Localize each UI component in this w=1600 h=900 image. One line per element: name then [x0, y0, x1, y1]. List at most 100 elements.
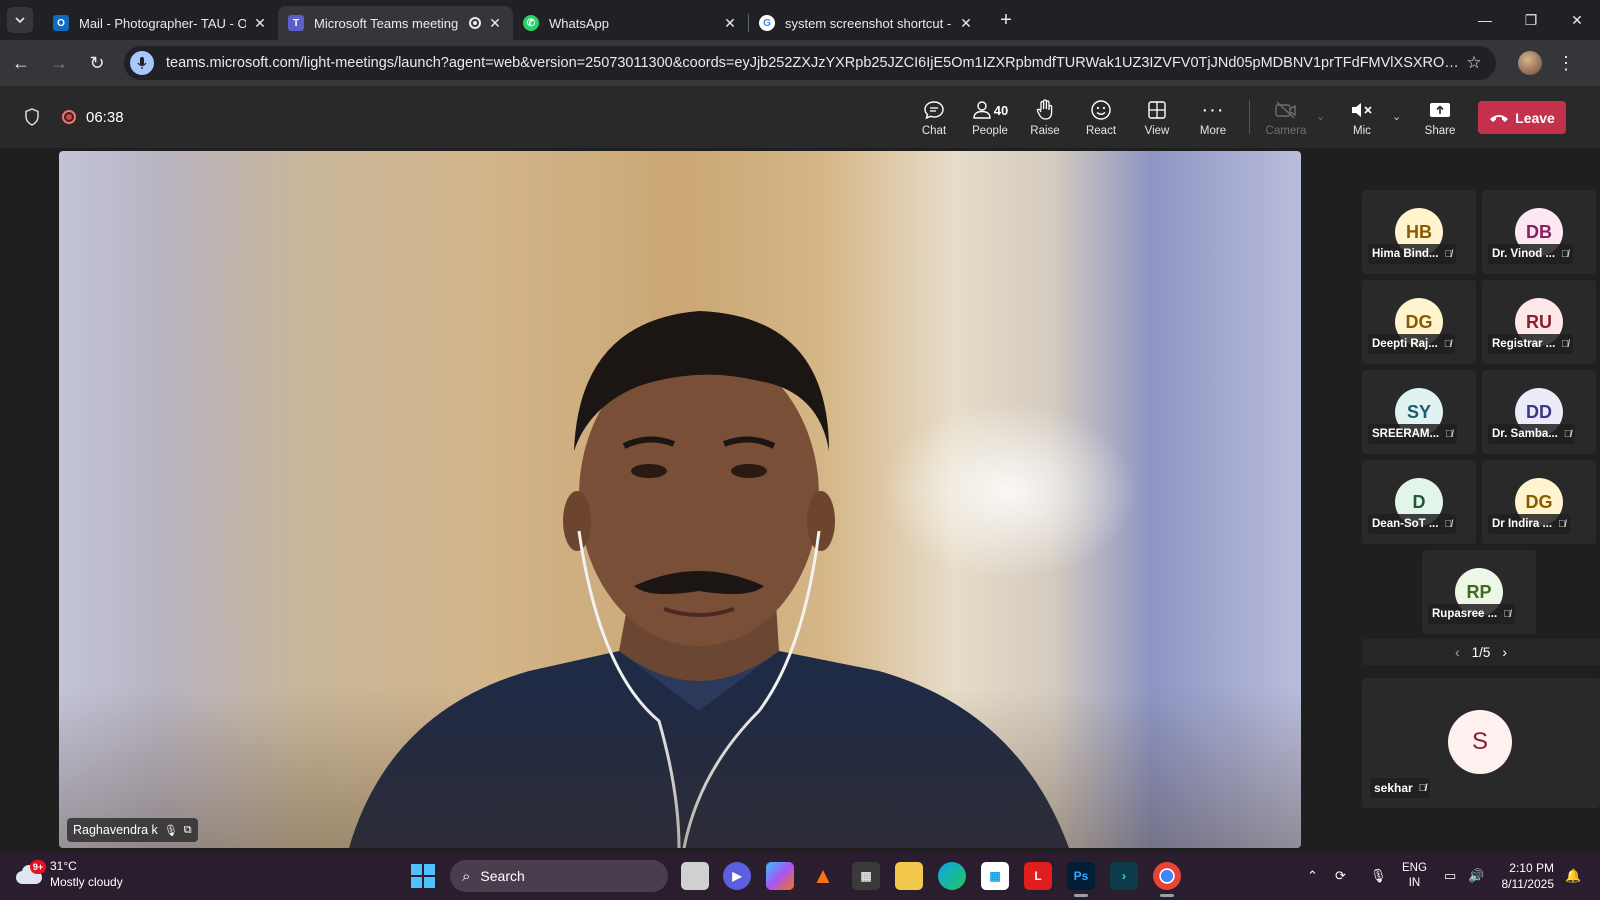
participant-name: Registrar ...: [1492, 338, 1556, 350]
raise-label: Raise: [1030, 125, 1060, 137]
weather-widget[interactable]: 9+ 31°C Mostly cloudy: [14, 858, 123, 890]
share-label: Share: [1424, 125, 1456, 137]
featured-name: sekhar: [1374, 781, 1413, 795]
pin-tile-icon[interactable]: ⧉: [184, 824, 192, 837]
teams-icon: T: [288, 15, 304, 31]
microphone-icon[interactable]: 🎙: [1370, 852, 1387, 900]
mic-muted-icon: 🎙̸: [1418, 782, 1427, 794]
chat-app-icon[interactable]: ▶: [723, 862, 751, 890]
participant-tile[interactable]: RU Registrar ... 🎙̸: [1482, 280, 1596, 364]
task-view-icon[interactable]: [681, 862, 709, 890]
search-label: Search: [480, 868, 525, 884]
participant-name-chip: Rupasree ... 🎙̸: [1428, 604, 1515, 624]
more-button[interactable]: ··· More: [1187, 86, 1239, 148]
people-count: 40: [993, 102, 1009, 118]
restore-icon[interactable]: ❐: [1508, 0, 1554, 40]
profile-avatar[interactable]: [1518, 51, 1542, 75]
participant-tile[interactable]: HB Hima Bind... 🎙̸: [1362, 190, 1476, 274]
outlook-icon: O: [53, 15, 69, 31]
mic-muted-icon: 🎙̸: [1563, 428, 1572, 440]
mic-options-chevron-icon[interactable]: ⌄: [1392, 110, 1401, 123]
show-hidden-icons-icon[interactable]: ⌃: [1307, 852, 1318, 900]
speaker-video[interactable]: Raghavendra k 🎙 ⧉: [59, 151, 1301, 848]
forward-button[interactable]: →: [42, 46, 76, 80]
meeting-stage: Raghavendra k 🎙 ⧉ HB Hima Bind... 🎙̸ DB D…: [0, 148, 1600, 852]
participant-tile[interactable]: DD Dr. Samba... 🎙̸: [1482, 370, 1596, 454]
volume-icon[interactable]: 🔊: [1468, 852, 1484, 900]
tab-search-button[interactable]: [7, 7, 33, 33]
previous-page-icon[interactable]: ‹: [1455, 644, 1460, 660]
next-page-icon[interactable]: ›: [1502, 644, 1507, 660]
meeting-control-bar: 06:38 Chat 40 People Raise React View ··…: [0, 86, 1600, 148]
microsoft-store-icon[interactable]: ▦: [981, 862, 1009, 890]
view-button[interactable]: View: [1131, 86, 1183, 148]
mic-muted-icon: 🎙̸: [1558, 518, 1566, 530]
mic-muted-icon: 🎙̸: [1444, 248, 1452, 260]
share-button[interactable]: Share: [1414, 86, 1466, 148]
participant-tile[interactable]: D Dean-SoT ... 🎙̸: [1362, 460, 1476, 544]
grid-view-icon: [1147, 97, 1167, 123]
participant-tile[interactable]: SY SREERAM... 🎙̸: [1362, 370, 1476, 454]
browser-tab-strip: O Mail - Photographer- TAU - Outlook ✕ T…: [0, 0, 1600, 40]
notification-bell-icon[interactable]: 🔔: [1565, 852, 1581, 900]
tab-google-search[interactable]: G system screenshot shortcut - Google Se…: [749, 6, 984, 40]
lens-app-icon[interactable]: L: [1024, 862, 1052, 890]
shield-icon[interactable]: [22, 107, 42, 127]
participant-tile[interactable]: DG Dr Indira ... 🎙̸: [1482, 460, 1596, 544]
speaker-name-chip: Raghavendra k 🎙 ⧉: [67, 818, 198, 842]
tab-teams[interactable]: T Microsoft Teams meeting | Microsoft Te…: [278, 6, 513, 40]
notification-badge: 9+: [30, 860, 46, 874]
tab-whatsapp[interactable]: ✆ WhatsApp ✕: [513, 6, 748, 40]
copilot-icon[interactable]: [766, 862, 794, 890]
close-tab-icon[interactable]: ✕: [958, 15, 974, 32]
camera-button[interactable]: Camera: [1260, 86, 1312, 148]
edge-icon[interactable]: [938, 862, 966, 890]
file-explorer-icon[interactable]: [895, 862, 923, 890]
system-clock[interactable]: 2:10 PM 8/11/2025: [1502, 860, 1555, 892]
minimize-icon[interactable]: —: [1462, 0, 1508, 40]
photoshop-icon[interactable]: Ps: [1067, 862, 1095, 897]
participant-tile[interactable]: DG Deepti Raj... 🎙̸: [1362, 280, 1476, 364]
new-tab-button[interactable]: +: [992, 6, 1020, 34]
language-indicator[interactable]: ENG IN: [1402, 861, 1427, 891]
leave-button[interactable]: Leave: [1478, 101, 1566, 134]
network-icon[interactable]: ▭: [1444, 852, 1456, 900]
participant-tile[interactable]: DB Dr. Vinod ... 🎙̸: [1482, 190, 1596, 274]
browser-menu-icon[interactable]: ⋮: [1554, 53, 1578, 74]
view-label: View: [1144, 125, 1170, 137]
windows-start-icon[interactable]: [411, 864, 435, 888]
sync-icon[interactable]: ⟳: [1335, 852, 1346, 900]
tab-outlook[interactable]: O Mail - Photographer- TAU - Outlook ✕: [43, 6, 278, 40]
weather-description: Mostly cloudy: [50, 875, 123, 889]
terminal-app-icon[interactable]: ›: [1110, 862, 1138, 890]
url-text[interactable]: teams.microsoft.com/light-meetings/launc…: [166, 55, 1462, 71]
reload-button[interactable]: ↻: [80, 46, 114, 80]
language-code: ENG: [1402, 862, 1427, 874]
close-tab-icon[interactable]: ✕: [487, 15, 503, 32]
back-button[interactable]: ←: [4, 46, 38, 80]
chat-button[interactable]: Chat: [908, 86, 960, 148]
more-dots-icon: ···: [1201, 98, 1225, 121]
chrome-icon[interactable]: [1153, 862, 1181, 897]
mic-muted-icon: 🎙̸: [1503, 608, 1511, 620]
vlc-icon[interactable]: ▲: [809, 862, 837, 890]
microphone-in-use-icon[interactable]: [130, 51, 154, 75]
mic-button[interactable]: Mic: [1336, 86, 1388, 148]
calculator-icon[interactable]: ▦: [852, 862, 880, 890]
people-button[interactable]: 40 People: [962, 86, 1018, 148]
participant-tile[interactable]: RP Rupasree ... 🎙̸: [1422, 550, 1536, 634]
react-button[interactable]: React: [1075, 86, 1127, 148]
close-tab-icon[interactable]: ✕: [252, 15, 268, 32]
chat-label: Chat: [921, 125, 947, 137]
taskbar-search[interactable]: ⌕ Search: [450, 860, 668, 892]
close-tab-icon[interactable]: ✕: [722, 15, 738, 32]
hang-up-icon: [1490, 114, 1509, 122]
video-bottom-shadow: [59, 688, 1301, 848]
camera-options-chevron-icon[interactable]: ⌄: [1316, 110, 1325, 123]
featured-participant-tile[interactable]: S sekhar 🎙̸: [1362, 678, 1600, 808]
close-window-icon[interactable]: ✕: [1554, 0, 1600, 40]
omnibox[interactable]: teams.microsoft.com/light-meetings/launc…: [124, 46, 1496, 80]
bookmark-star-icon[interactable]: ☆: [1462, 53, 1486, 73]
raise-hand-button[interactable]: Raise: [1019, 86, 1071, 148]
share-screen-icon: [1429, 97, 1451, 123]
